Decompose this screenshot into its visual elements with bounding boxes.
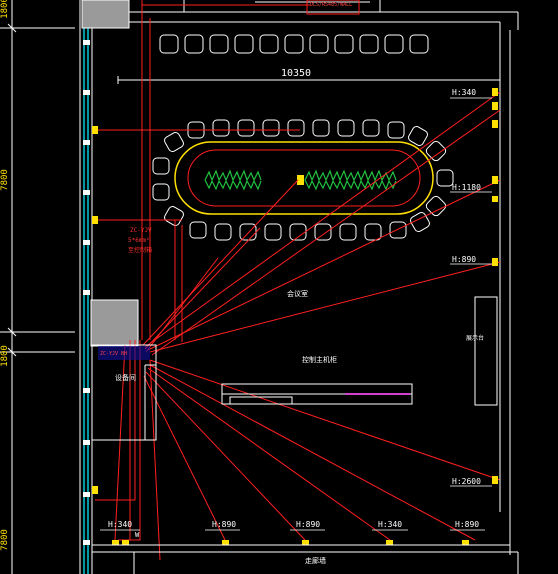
side-dimension-2: 1800 — [0, 345, 10, 367]
side-cabinet-label: 展示台 — [466, 334, 484, 342]
control-desk-label: 控制主机柜 — [302, 355, 337, 364]
height-bottom-4: H:340 — [378, 520, 402, 529]
height-bottom-5: H:890 — [455, 520, 479, 529]
height-bottom-2: H:890 — [212, 520, 236, 529]
height-right-low: H:890 — [452, 255, 476, 264]
cable-runs — [95, 0, 501, 561]
side-cabinet — [474, 296, 498, 406]
equipment-panel-text: ZC-YJV BH — [100, 351, 127, 357]
height-right-bottom: H:2600 — [452, 477, 481, 486]
w-mark: W — [135, 531, 140, 539]
top-dimension-label: 10350 — [281, 68, 311, 79]
meeting-room-label: 会议室 — [287, 289, 308, 298]
equipment-room-label: 设备间 — [115, 373, 136, 382]
height-right-mid: H:1180 — [452, 183, 481, 192]
side-dimension-0: 1800 — [0, 0, 10, 19]
cable-note-line1: ZC-YJV — [130, 227, 152, 234]
curtain-wall — [79, 0, 93, 574]
corridor-label: 走廊墙 — [305, 556, 326, 565]
table-center-device — [297, 175, 304, 185]
top-wall — [129, 0, 519, 555]
height-right-top: H:340 — [452, 88, 476, 97]
cable-note-line3: 至控制箱 — [128, 246, 152, 254]
top-chair-row — [159, 34, 429, 54]
top-note: DLS/RS485/WALL — [310, 2, 352, 8]
cable-note-line2: 5*6mm² — [128, 237, 150, 244]
height-bottom-1: H:340 — [108, 520, 132, 529]
floor-plan-drawing: 7800 1800 1800 7800 DLS/RS485/WALL 10350… — [0, 0, 519, 574]
side-dimension-1: 7800 — [0, 169, 10, 191]
height-bottom-3: H:890 — [296, 520, 320, 529]
column-mid — [90, 299, 139, 347]
yellow-devices — [92, 88, 498, 545]
left-dimension-line — [0, 0, 75, 574]
column-top — [81, 0, 130, 29]
side-dimension-3: 7800 — [0, 529, 10, 551]
